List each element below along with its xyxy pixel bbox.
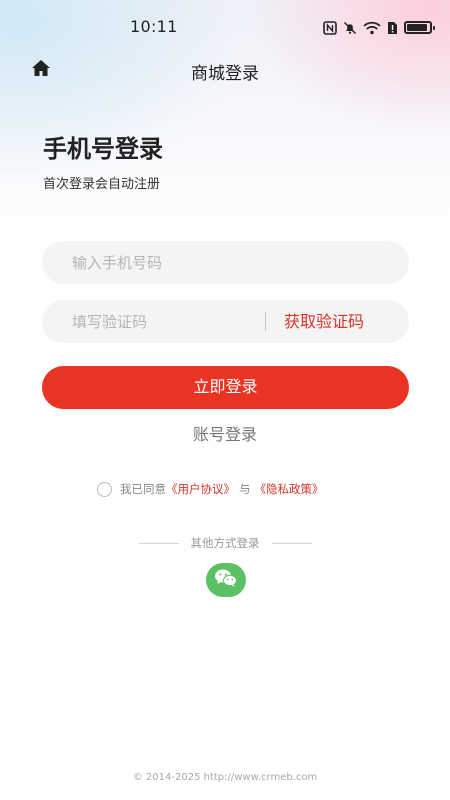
user-agreement-link[interactable]: 《用户协议》: [166, 481, 235, 497]
sim-alert-icon: [387, 20, 398, 34]
other-login-label: 其他方式登录: [190, 536, 260, 550]
phone-field-container: [42, 241, 409, 284]
copyright-text: © 2014-2025 http://www.crmeb.com: [132, 772, 318, 783]
privacy-policy-link[interactable]: 《隐私政策》: [255, 481, 324, 497]
page-subtitle: 首次登录会自动注册: [43, 177, 161, 192]
status-time: 10:11: [130, 17, 178, 36]
agreement-row: 我已同意 《用户协议》 与 《隐私政策》: [97, 481, 324, 497]
status-icons: [323, 18, 435, 36]
divider-line-right: [271, 542, 312, 544]
wechat-login-button[interactable]: [206, 563, 246, 597]
code-field-container: 获取验证码: [42, 300, 409, 343]
wifi-icon: [363, 20, 381, 35]
code-divider: [265, 312, 266, 331]
agreement-joiner: 与: [239, 482, 251, 496]
page-nav-title: 商城登录: [191, 64, 259, 84]
wechat-icon: [214, 568, 238, 592]
battery-icon: [404, 20, 435, 34]
agreement-prefix: 我已同意: [120, 482, 166, 496]
account-login-link[interactable]: 账号登录: [0, 421, 450, 445]
verification-code-input[interactable]: [72, 300, 262, 343]
get-code-button[interactable]: 获取验证码: [284, 300, 364, 343]
other-login-divider: 其他方式登录: [0, 535, 450, 551]
mute-icon: [343, 20, 357, 35]
nfc-icon: [323, 20, 337, 35]
divider-line-left: [138, 542, 179, 544]
login-button[interactable]: 立即登录: [42, 366, 409, 409]
phone-input[interactable]: [72, 241, 392, 284]
agreement-checkbox[interactable]: [97, 481, 112, 497]
page-title: 手机号登录: [43, 135, 163, 163]
